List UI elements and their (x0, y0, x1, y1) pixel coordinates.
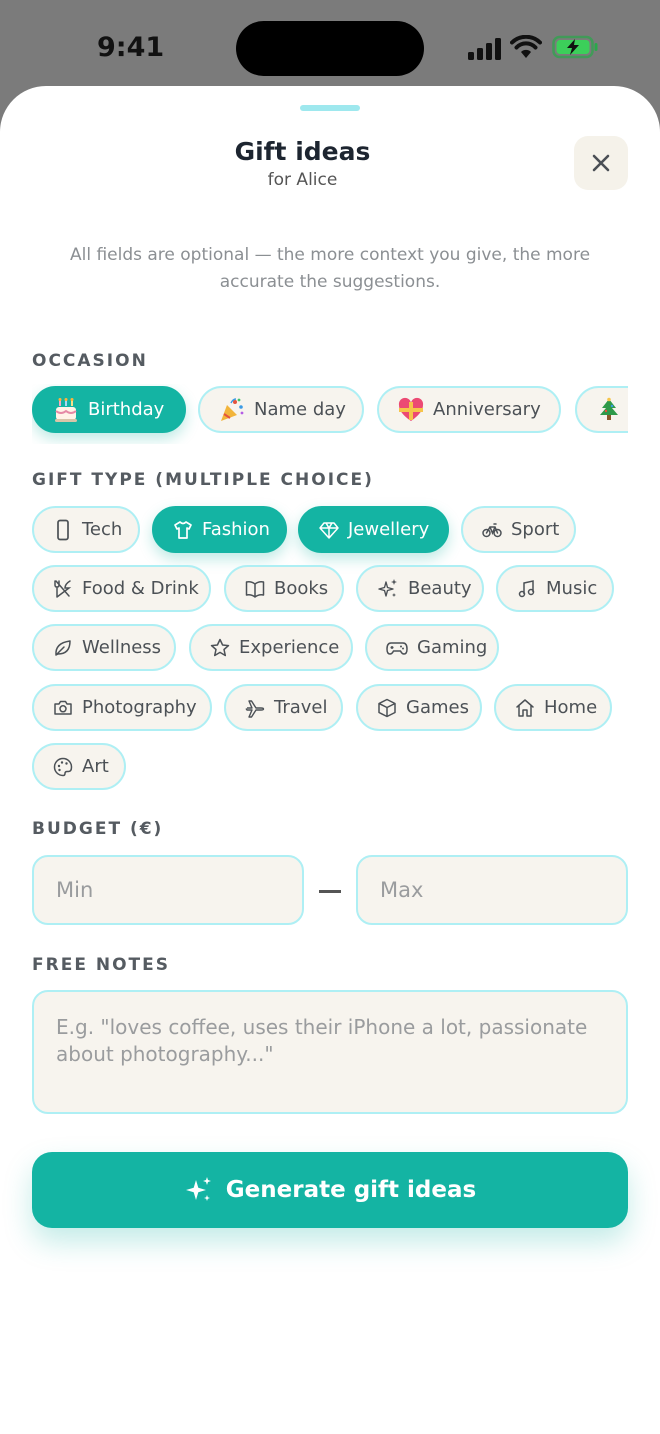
box-icon (378, 698, 396, 717)
gift-chip-home[interactable]: Home (494, 684, 612, 731)
free-notes-placeholder: E.g. "loves coffee, uses their iPhone a … (56, 1015, 588, 1066)
budget-range-dash (319, 890, 341, 893)
sheet-subtitle: for Alice (267, 170, 338, 190)
camera-icon (54, 700, 72, 715)
gift-chip-label: Fashion (202, 519, 270, 540)
gift-chip-music[interactable]: Music (496, 565, 614, 612)
gift-chip-label: Music (546, 578, 598, 599)
status-bar: 9:41 (0, 0, 660, 90)
party-popper-icon (221, 397, 244, 421)
palette-icon (53, 757, 73, 776)
gift-chip-travel[interactable]: Travel (224, 684, 343, 731)
gift-chip-sport[interactable]: Sport (461, 506, 576, 553)
close-icon (592, 154, 610, 172)
occasion-chip-birthday[interactable]: Birthday (32, 386, 186, 433)
status-time: 9:41 (97, 32, 165, 63)
birthday-cake-icon (55, 397, 77, 422)
gift-chip-label: Wellness (82, 637, 162, 658)
gift-chip-label: Travel (274, 697, 328, 718)
gamepad-icon (386, 641, 408, 655)
gift-chip-experience[interactable]: Experience (189, 624, 353, 671)
heart-ribbon-icon (398, 397, 424, 421)
cellular-signal-icon (468, 38, 501, 60)
generate-button-label: Generate gift ideas (225, 1177, 477, 1203)
sparkles-icon (185, 1177, 211, 1201)
occasion-chip-anniversary[interactable]: Anniversary (377, 386, 561, 433)
occasion-chip-christmas[interactable] (575, 386, 628, 433)
gift-chip-label: Photography (82, 697, 197, 718)
gift-chip-label: Tech (82, 519, 123, 540)
gift-chip-food-drink[interactable]: Food & Drink (32, 565, 211, 612)
budget-max-placeholder: Max (380, 878, 424, 902)
gift-chip-label: Experience (239, 637, 340, 658)
music-note-icon (518, 579, 535, 597)
gift-chip-label: Art (82, 756, 109, 777)
diamond-icon (319, 521, 339, 539)
sheet-title: Gift ideas (234, 137, 371, 166)
gift-chip-jewellery[interactable]: Jewellery (298, 506, 449, 553)
christmas-tree-icon (600, 397, 618, 420)
leaf-icon (55, 639, 71, 656)
bicycle-icon (482, 522, 502, 537)
budget-max-input[interactable]: Max (356, 855, 628, 925)
t-shirt-icon (174, 520, 192, 539)
gift-chip-fashion[interactable]: Fashion (152, 506, 287, 553)
gift-chip-photography[interactable]: Photography (32, 684, 212, 731)
free-notes-label: FREE NOTES (32, 955, 170, 975)
house-icon (516, 698, 534, 717)
gift-chip-wellness[interactable]: Wellness (32, 624, 176, 671)
occasion-chip-label: Birthday (88, 399, 165, 420)
gift-chip-art[interactable]: Art (32, 743, 126, 790)
budget-min-placeholder: Min (56, 878, 94, 902)
gift-chip-label: Games (406, 697, 469, 718)
battery-charging-icon (552, 35, 598, 59)
smartphone-icon (57, 519, 69, 540)
generate-gift-ideas-button[interactable]: Generate gift ideas (32, 1152, 628, 1228)
gift-ideas-sheet: Gift ideas for Alice All fields are opti… (0, 86, 660, 1434)
gift-chip-tech[interactable]: Tech (32, 506, 140, 553)
utensils-icon (54, 579, 72, 598)
gift-chip-label: Gaming (417, 637, 488, 658)
occasion-label: OCCASION (32, 351, 148, 371)
gift-chip-label: Beauty (408, 578, 472, 599)
optional-fields-hint: All fields are optional — the more conte… (69, 245, 591, 292)
gift-chip-books[interactable]: Books (224, 565, 344, 612)
open-book-icon (245, 580, 265, 598)
budget-min-input[interactable]: Min (32, 855, 304, 925)
occasion-chip-label: Anniversary (433, 399, 541, 420)
wifi-icon (510, 35, 542, 58)
budget-label: BUDGET (€) (32, 819, 164, 839)
dynamic-island (236, 21, 424, 76)
gift-type-label: GIFT TYPE (MULTIPLE CHOICE) (32, 470, 374, 490)
gift-chip-label: Jewellery (348, 519, 430, 540)
occasion-chip-label: Name day (254, 399, 346, 420)
gift-chip-label: Sport (511, 519, 560, 540)
sparkles-icon (378, 578, 397, 597)
gift-chip-label: Food & Drink (82, 578, 199, 599)
airplane-icon (245, 699, 265, 718)
occasion-chip-row[interactable]: Birthday Name day Anniversary (32, 384, 628, 444)
gift-chip-label: Home (544, 697, 598, 718)
occasion-chip-name-day[interactable]: Name day (198, 386, 364, 433)
free-notes-textarea[interactable]: E.g. "loves coffee, uses their iPhone a … (32, 990, 628, 1114)
gift-chip-beauty[interactable]: Beauty (356, 565, 484, 612)
sheet-grabber[interactable] (300, 105, 360, 111)
gift-chip-gaming[interactable]: Gaming (365, 624, 499, 671)
star-icon (210, 638, 230, 656)
gift-chip-label: Books (274, 578, 329, 599)
gift-chip-games[interactable]: Games (356, 684, 482, 731)
close-button[interactable] (574, 136, 628, 190)
